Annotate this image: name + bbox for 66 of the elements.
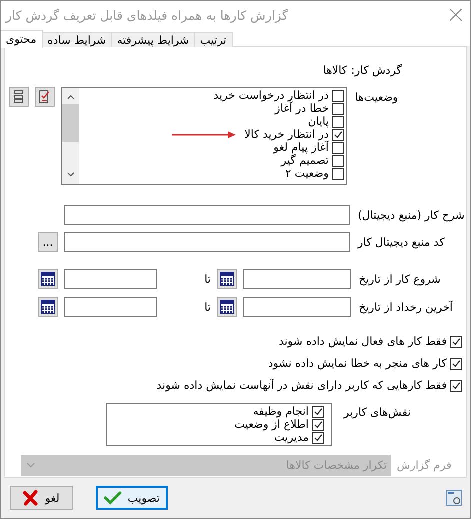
date-field[interactable] <box>64 269 157 289</box>
calendar-button[interactable] <box>38 269 58 289</box>
checklist-icon <box>39 90 51 104</box>
cross-icon <box>23 490 40 506</box>
date-field[interactable] <box>243 269 351 289</box>
checkbox[interactable] <box>450 336 462 348</box>
status-label: در انتظار درخواست خرید <box>214 89 329 102</box>
calendar-button[interactable] <box>217 297 237 317</box>
tab[interactable]: ترتیب <box>194 32 233 47</box>
option-label: فقط کار های فعال نمایش داده شوند <box>278 335 447 348</box>
checkbox[interactable] <box>332 90 344 102</box>
workflow-value: کالاها <box>323 64 348 76</box>
calendar-button[interactable] <box>38 297 58 317</box>
tab[interactable]: شرایط ساده <box>42 32 112 47</box>
input-field[interactable] <box>64 205 350 225</box>
approve-button[interactable]: تصویب <box>96 486 168 510</box>
checkbox[interactable] <box>332 128 344 140</box>
report-form-label: فرم گزارش <box>397 459 452 472</box>
browse-button[interactable]: ... <box>38 232 58 252</box>
checkmark-icon <box>104 490 122 506</box>
tab[interactable]: شرایط پیشرفته <box>111 32 196 47</box>
scrollbar[interactable] <box>62 88 79 184</box>
checkbox[interactable] <box>312 418 324 430</box>
field-label: شرح کار (منبع دیجیتال) <box>358 208 465 222</box>
close-icon[interactable] <box>450 9 462 21</box>
status-label: تصمیم گیر <box>281 154 329 167</box>
checkbox[interactable] <box>450 358 462 370</box>
list-icon-button[interactable] <box>9 87 29 107</box>
field-label: آخرین رخداد از تاریخ <box>359 300 453 314</box>
checkbox[interactable] <box>332 168 344 180</box>
field-label: شروع کار از تاریخ <box>359 272 441 286</box>
checkbox[interactable] <box>332 142 344 154</box>
scroll-down-icon[interactable] <box>66 172 74 178</box>
role-label: مدیریت <box>274 431 309 444</box>
status-label: آغاز پیام لغو <box>274 141 329 154</box>
window-title: گزارش کارها به همراه فیلدهای قابل تعریف گردش کار <box>6 8 288 22</box>
roles-label: نقش‌های کاربر <box>344 406 411 419</box>
input-field[interactable] <box>64 232 350 252</box>
to-label: تا <box>204 272 211 286</box>
date-field[interactable] <box>243 297 351 317</box>
role-label: انجام وظیفه <box>253 405 309 418</box>
check-all-button[interactable] <box>35 87 55 107</box>
cancel-button[interactable]: لغو <box>10 486 73 510</box>
list-icon <box>14 90 24 104</box>
option-label: کار های منجر به خطا نمایش داده نشود <box>268 357 447 370</box>
checkbox[interactable] <box>332 154 344 166</box>
checkbox[interactable] <box>312 432 324 444</box>
status-label: در انتظار خرید کالا <box>244 128 329 141</box>
window-settings-icon[interactable] <box>446 490 462 506</box>
role-label: اطلاع از وضعیت <box>234 418 309 431</box>
status-label: خطا در آغاز <box>275 102 329 115</box>
checkbox[interactable] <box>312 406 324 418</box>
workflow-label: گردش کار: <box>351 64 402 76</box>
scroll-up-icon[interactable] <box>66 94 74 100</box>
statuses-label: وضعیت‌ها <box>355 91 398 104</box>
status-label: وضعیت ۲ <box>286 167 329 180</box>
checkbox[interactable] <box>450 380 462 392</box>
tab[interactable]: محتوی <box>1 30 43 48</box>
checkbox[interactable] <box>332 116 344 128</box>
to-label: تا <box>204 300 211 314</box>
checkbox[interactable] <box>332 102 344 114</box>
option-label: فقط کارهایی که کاربر دارای نقش در آنهاست نمایش داده شوند <box>156 379 447 392</box>
calendar-button[interactable] <box>217 269 237 289</box>
date-field[interactable] <box>64 297 157 317</box>
field-label: کد منبع دیجیتال کار <box>358 236 445 248</box>
status-label: پایان <box>308 115 329 128</box>
